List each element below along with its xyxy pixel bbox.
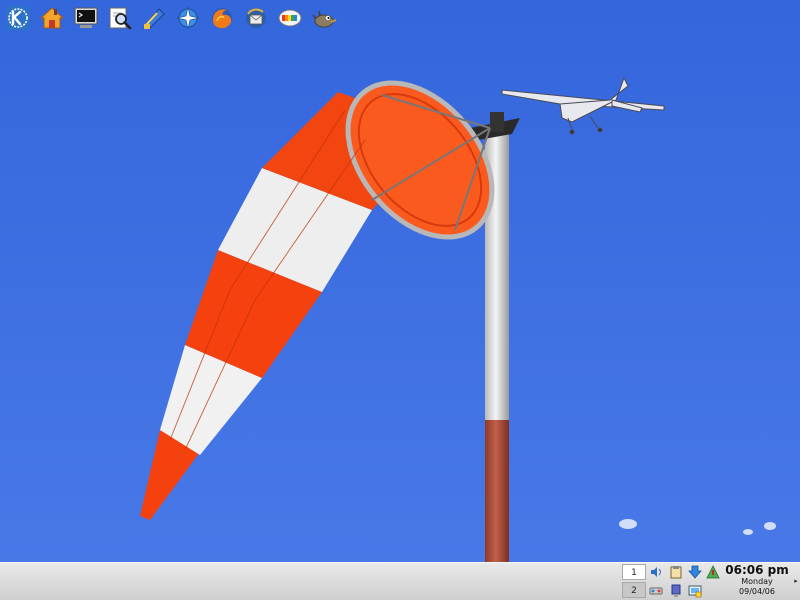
home-folder-launcher[interactable] [37, 3, 67, 33]
download-icon [688, 565, 702, 579]
wallpaper [0, 0, 800, 600]
kde-menu-icon [6, 6, 30, 30]
tray-usb-device[interactable] [668, 583, 684, 599]
clock-date: 09/04/06 [739, 587, 775, 596]
terminal-launcher[interactable] [71, 3, 101, 33]
terminal-icon [74, 7, 98, 28]
clock-time: 06:06 pm [725, 563, 789, 577]
gimp-launcher[interactable] [309, 3, 339, 33]
gimp-icon [312, 10, 337, 28]
thunderbird-icon [246, 8, 266, 28]
usb-device-icon [671, 584, 681, 597]
thunderbird-launcher[interactable] [241, 3, 271, 33]
tray-volume[interactable] [648, 564, 664, 580]
tray-download[interactable] [687, 564, 703, 580]
kde-menu-button[interactable] [3, 3, 33, 33]
volume-icon [651, 567, 661, 577]
firefox-icon [212, 8, 232, 29]
konqueror-launcher[interactable] [173, 3, 203, 33]
home-folder-icon [39, 7, 65, 29]
find-files-launcher[interactable] [105, 3, 135, 33]
editor-launcher[interactable] [139, 3, 169, 33]
display-settings-icon [278, 9, 302, 27]
tray-lock[interactable] [687, 583, 703, 599]
display-settings-launcher[interactable] [275, 3, 305, 33]
pager-desktop-2[interactable]: 2 [622, 582, 646, 598]
search-magnifier-icon [109, 7, 132, 30]
media-icon [649, 587, 663, 595]
clock[interactable]: 06:06 pm Monday 09/04/06 [722, 563, 792, 599]
lock-icon [688, 585, 702, 598]
tray-media[interactable] [648, 583, 664, 599]
firefox-launcher[interactable] [207, 3, 237, 33]
panel-hide-button[interactable]: ▸ [792, 564, 800, 598]
network-icon [706, 565, 720, 579]
kdevelop-icon [143, 8, 165, 30]
tray-klipper[interactable] [668, 564, 684, 580]
clock-day: Monday [741, 577, 773, 586]
pager-desktop-1[interactable]: 1 [622, 564, 646, 580]
klipper-icon [670, 566, 682, 579]
tray-network[interactable] [705, 564, 721, 580]
web-browser-konqueror-icon [176, 6, 200, 30]
desktop: 1 2 06:06 pm Monday 09/04/06 ▸ [0, 0, 800, 600]
